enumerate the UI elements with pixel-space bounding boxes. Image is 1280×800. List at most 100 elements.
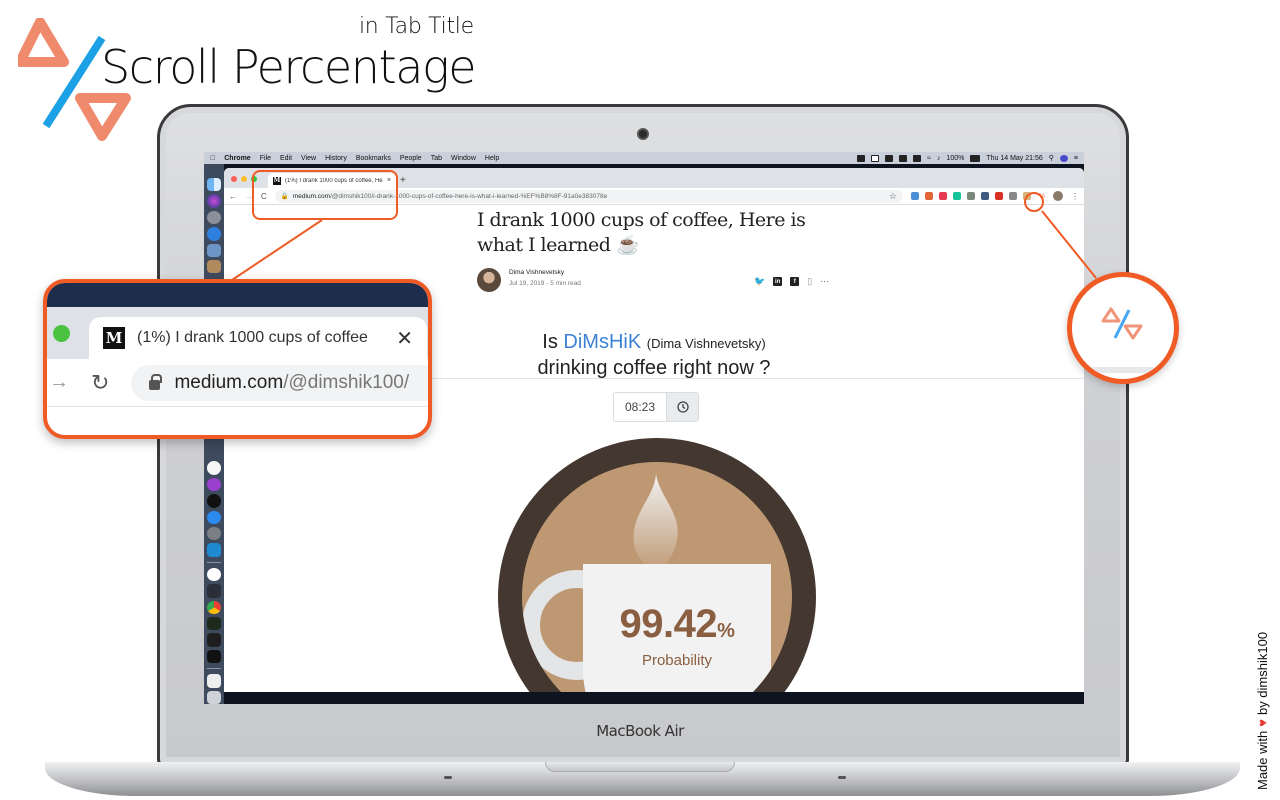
zoom-tab: M (1%) I drank 1000 cups of coffee ✕	[89, 317, 427, 359]
zoom-toolbar: → ↻ medium.com/@dimshik100/	[47, 359, 428, 407]
podcasts-icon[interactable]	[207, 477, 221, 492]
extension-highlight-ring	[1024, 192, 1044, 212]
red-circle-ext-icon[interactable]	[938, 192, 947, 200]
macos-menubar:  Chrome File Edit View History Bookmark…	[204, 152, 1084, 164]
activity-monitor-icon[interactable]	[207, 617, 221, 631]
time-input[interactable]: 08:23	[614, 393, 666, 421]
menu-bookmarks[interactable]: Bookmarks	[356, 155, 391, 162]
minimize-window-button[interactable]	[241, 176, 247, 182]
twitter-icon[interactable]: 🐦	[754, 276, 765, 287]
article-meta: Jul 19, 2019 · 5 min read	[509, 280, 581, 287]
bookmark-icon[interactable]: ▯	[807, 276, 812, 287]
time-picker: 08:23	[613, 392, 699, 422]
nickname: DiMsHiK	[563, 331, 642, 353]
downloads-stack-icon[interactable]	[207, 674, 221, 688]
launchpad-icon[interactable]	[207, 210, 221, 225]
menu-file[interactable]: File	[260, 155, 271, 162]
question-suffix: drinking coffee right now ?	[537, 357, 771, 379]
new-tab-button[interactable]: +	[400, 175, 406, 186]
checklist-ext-icon[interactable]	[980, 192, 989, 200]
spotlight-icon[interactable]: ⚲	[1049, 154, 1054, 162]
display-icon[interactable]	[871, 154, 880, 162]
menu-people[interactable]: People	[400, 155, 422, 162]
battery-icon[interactable]	[970, 154, 981, 162]
menu-tab[interactable]: Tab	[431, 155, 442, 162]
laptop-notch	[545, 762, 735, 772]
drive-ext-icon[interactable]	[1008, 192, 1017, 200]
apple-menu-icon[interactable]: 	[210, 155, 215, 162]
keyboard-input-icon[interactable]	[913, 154, 922, 162]
author-name[interactable]: Dima Vishnevetsky	[509, 269, 564, 276]
vscode-icon[interactable]	[207, 543, 221, 557]
close-window-button[interactable]	[231, 176, 237, 182]
terminal-icon[interactable]	[207, 649, 221, 664]
facebook-icon[interactable]: f	[790, 277, 800, 286]
probability-label: Probability	[641, 652, 713, 669]
back-button[interactable]: ←	[229, 192, 237, 201]
question-prefix: Is	[542, 331, 558, 353]
finder-icon[interactable]	[207, 178, 221, 192]
battery-percent[interactable]: 100%	[946, 155, 964, 162]
menu-window[interactable]: Window	[451, 155, 476, 162]
cloud-upload-icon[interactable]	[857, 154, 866, 162]
clock[interactable]: Thu 14 May 21:56	[986, 155, 1042, 162]
real-name: (Dima Vishnevetsky)	[646, 336, 766, 351]
probability-number: 99.42	[619, 602, 718, 646]
webcam-icon	[637, 128, 649, 140]
figma-icon[interactable]	[207, 633, 221, 647]
menu-chrome[interactable]: Chrome	[224, 155, 250, 162]
logo-triangle-down-icon	[75, 93, 131, 141]
linkedin-icon[interactable]: in	[773, 277, 783, 286]
menu-history[interactable]: History	[325, 155, 347, 162]
menu-edit[interactable]: Edit	[280, 155, 292, 162]
volume-icon[interactable]: ♪	[937, 155, 941, 162]
laptop-brand: MacBook Air	[596, 722, 684, 740]
app-store-icon[interactable]	[207, 510, 221, 525]
siri-icon[interactable]	[1059, 154, 1068, 162]
coffee-cup: 99.42% Probability	[583, 564, 771, 692]
credit-text: Made with ♥ by dimshik100	[1255, 632, 1270, 790]
slack-icon[interactable]	[207, 567, 221, 582]
notes-icon[interactable]	[207, 260, 221, 274]
probability-sign: %	[717, 620, 735, 642]
author-avatar[interactable]	[477, 268, 501, 292]
preview-icon[interactable]	[207, 243, 221, 258]
chrome-dock-icon[interactable]	[207, 600, 221, 614]
zoom-url-host: medium.com	[174, 371, 284, 393]
alien-icon[interactable]	[885, 154, 894, 162]
wifi-icon[interactable]: ≈	[927, 155, 931, 162]
tab-highlight-ring	[252, 170, 398, 220]
credit-suffix: by dimshik100	[1255, 631, 1270, 716]
more-icon[interactable]: ⋯	[820, 276, 829, 287]
probability-gauge: 99.42% Probability	[498, 438, 816, 692]
calendar-ext-icon[interactable]	[994, 192, 1003, 200]
menu-view[interactable]: View	[301, 155, 316, 162]
safari-icon[interactable]	[207, 227, 221, 241]
prompt-icon[interactable]	[207, 584, 221, 598]
chrome-menu-icon[interactable]: ⋮	[1071, 192, 1079, 201]
window-ext-icon[interactable]	[910, 192, 919, 200]
bookmark-star-icon[interactable]: ☆	[889, 191, 897, 202]
zoom-tab-title: (1%) I drank 1000 cups of coffee	[137, 329, 368, 346]
coffee-question: Is DiMsHiK (Dima Vishnevetsky) drinking …	[424, 330, 884, 381]
hero-subtitle: in Tab Title	[359, 14, 474, 39]
window-icon[interactable]	[899, 154, 908, 162]
clock-button[interactable]	[666, 393, 698, 421]
system-preferences-icon[interactable]	[207, 527, 221, 541]
zoom-url-path: /@dimshik100/	[283, 371, 410, 393]
new-badge-ext-icon[interactable]	[924, 192, 933, 200]
laptop-foot	[444, 776, 452, 779]
apple-tv-icon[interactable]	[207, 494, 221, 508]
notification-center-icon[interactable]: ≡	[1074, 155, 1078, 162]
heart-icon: ♥	[1255, 719, 1270, 727]
trash-icon[interactable]	[207, 690, 221, 704]
menu-help[interactable]: Help	[485, 155, 499, 162]
music-icon[interactable]	[207, 461, 221, 475]
profile-avatar[interactable]	[1053, 191, 1063, 201]
dock-separator	[207, 668, 221, 670]
siri-app-icon[interactable]	[207, 194, 221, 208]
grammarly-ext-icon[interactable]	[952, 192, 961, 200]
hero-title: Scroll Percentage	[101, 40, 477, 94]
reload-icon: ↻	[91, 369, 110, 395]
vue-ext-icon[interactable]	[966, 192, 975, 200]
